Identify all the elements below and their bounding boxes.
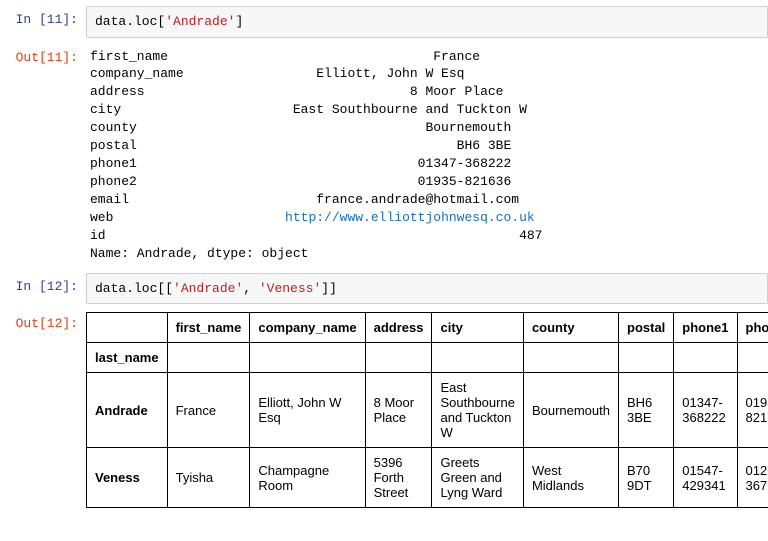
table-cell: 01347-368222 [674,373,737,448]
code-token: data.loc[ [95,14,165,29]
table-cell: Champagne Room [250,448,365,508]
cell-out-11-content: first_name France company_name Elliott, … [86,44,768,267]
prompt-out-12: Out[12]: [0,310,86,333]
column-header-blank [737,343,768,373]
row-index: Andrade [87,373,168,448]
table-cell: Bournemouth [523,373,618,448]
table-row: AndradeFranceElliott, John W Esq8 Moor P… [87,373,768,448]
column-header-blank [523,343,618,373]
table-cell: Tyisha [167,448,250,508]
table-cell: West Midlands [523,448,618,508]
dataframe-table: first_namecompany_nameaddresscitycountyp… [86,312,768,508]
table-cell: 01547-429341 [674,448,737,508]
column-header-blank [619,343,674,373]
table-corner [87,313,168,343]
table-cell: France [167,373,250,448]
column-header: phone2 [737,313,768,343]
code-token: ] [235,14,243,29]
column-header: address [365,313,432,343]
column-header: city [432,313,523,343]
table-cell: East Southbourne and Tuckton W [432,373,523,448]
cell-in-11: In [11]: data.loc['Andrade'] [0,6,768,38]
cell-out-12-content: first_namecompany_nameaddresscitycountyp… [86,310,768,508]
column-header: county [523,313,618,343]
code-token: ]] [321,281,337,296]
code-string-token: 'Andrade' [173,281,243,296]
code-string-token: 'Andrade' [165,14,235,29]
column-header-blank [432,343,523,373]
code-token: , [243,281,259,296]
index-name-header: last_name [87,343,168,373]
column-header: company_name [250,313,365,343]
prompt-in-11: In [11]: [0,6,86,29]
column-header-blank [674,343,737,373]
output-link[interactable]: http://www.elliottjohnwesq.co.uk [285,210,535,225]
table-cell: BH6 3BE [619,373,674,448]
code-token: data.loc[[ [95,281,173,296]
table-cell: 01290-367248 [737,448,768,508]
table-cell: 01935-821636 [737,373,768,448]
cell-in-12-content: data.loc[['Andrade', 'Veness']] [86,273,768,305]
code-string-token: 'Veness' [259,281,321,296]
column-header-blank [365,343,432,373]
column-header: phone1 [674,313,737,343]
prompt-out-11: Out[11]: [0,44,86,67]
cell-out-12: Out[12]: first_namecompany_nameaddressci… [0,310,768,508]
table-cell: Greets Green and Lyng Ward [432,448,523,508]
column-header-blank [167,343,250,373]
column-header: first_name [167,313,250,343]
series-output-11: first_name France company_name Elliott, … [86,44,768,267]
table-cell: 8 Moor Place [365,373,432,448]
table-cell: Elliott, John W Esq [250,373,365,448]
cell-in-11-content: data.loc['Andrade'] [86,6,768,38]
cell-in-12: In [12]: data.loc[['Andrade', 'Veness']] [0,273,768,305]
row-index: Veness [87,448,168,508]
table-cell: B70 9DT [619,448,674,508]
column-header-blank [250,343,365,373]
table-row: VenessTyishaChampagne Room5396 Forth Str… [87,448,768,508]
code-input-12[interactable]: data.loc[['Andrade', 'Veness']] [86,273,768,305]
cell-out-11: Out[11]: first_name France company_name … [0,44,768,267]
column-header: postal [619,313,674,343]
table-cell: 5396 Forth Street [365,448,432,508]
code-input-11[interactable]: data.loc['Andrade'] [86,6,768,38]
prompt-in-12: In [12]: [0,273,86,296]
